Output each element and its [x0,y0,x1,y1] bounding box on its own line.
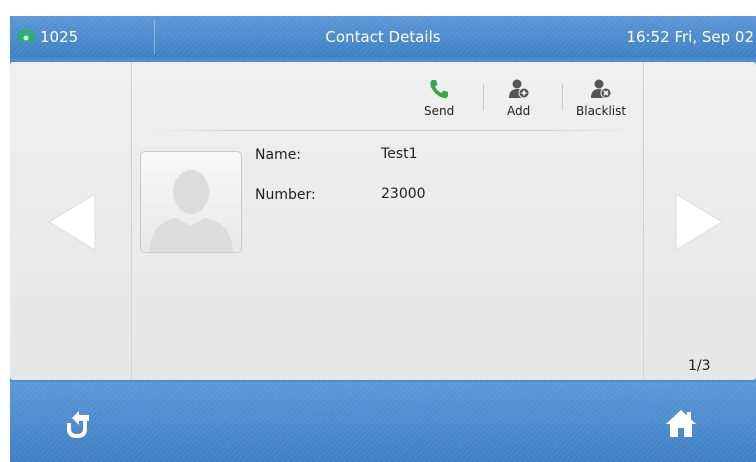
number-value: 23000 [381,186,426,202]
right-arrow-icon[interactable] [674,192,724,252]
blacklist-contact-icon [590,78,612,104]
send-button[interactable]: Send [424,78,454,118]
left-arrow-icon[interactable] [47,192,97,252]
add-contact-button[interactable]: Add [507,78,530,118]
blacklist-button[interactable]: Blacklist [576,78,626,118]
avatar [140,151,242,253]
status-bar: 1025 Contact Details 16:52 Fri, Sep 02 [10,16,756,58]
phone-screen: 1025 Contact Details 16:52 Fri, Sep 02 1… [10,16,756,462]
toolbar-divider [562,84,563,110]
phone-call-icon [428,78,450,104]
left-pane [10,62,132,380]
back-icon[interactable] [64,410,94,438]
person-silhouette-icon [149,170,233,252]
right-pane: 1/3 [643,62,756,380]
add-contact-icon [508,78,530,104]
toolbar-divider-line [148,130,632,131]
blacklist-label: Blacklist [576,104,627,118]
toolbar-divider [483,84,484,110]
bottom-bar [10,382,756,462]
number-label: Number: [255,187,316,203]
send-label: Send [424,104,455,118]
content-panel: 1/3 Send Add Blacklist Name: Test1 Numbe… [10,62,756,380]
clock: 16:52 Fri, Sep 02 [626,28,754,46]
name-value: Test1 [381,146,418,162]
page-indicator: 1/3 [688,358,711,374]
name-label: Name: [255,147,302,163]
home-icon[interactable] [665,408,697,438]
add-label: Add [507,104,531,118]
